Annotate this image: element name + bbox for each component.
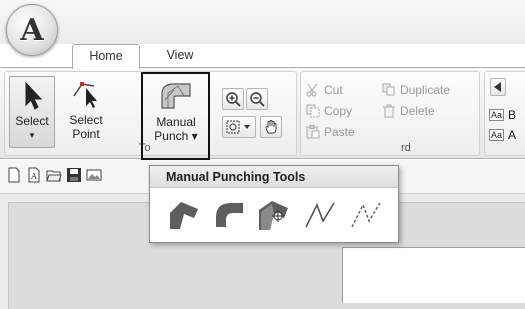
delete-button[interactable]: Delete	[382, 104, 435, 118]
running-stitch-tool-button[interactable]	[346, 196, 386, 234]
cut-label: Cut	[324, 83, 343, 97]
paste-label: Paste	[324, 125, 355, 139]
paste-icon	[306, 125, 320, 139]
save-disk-icon[interactable]	[66, 167, 82, 183]
shape-point-tool-icon	[259, 201, 288, 230]
application-button[interactable]: A	[6, 4, 58, 56]
zoom-in-icon	[226, 92, 241, 107]
select-button[interactable]: Select ▾	[9, 76, 55, 148]
select-point-label-2: Point	[72, 127, 100, 141]
copy-label: Copy	[324, 104, 353, 118]
text-aa-arrow-icon: Aa	[489, 129, 505, 141]
manual-punching-tools-popup: Manual Punching Tools	[149, 165, 399, 243]
new-file-icon[interactable]	[6, 167, 22, 183]
select-point-label-1: Select	[69, 113, 103, 127]
running-stitch-tool-icon	[351, 202, 381, 228]
zoom-in-button[interactable]	[222, 88, 244, 110]
curve-shape-tool-button[interactable]	[210, 196, 250, 234]
select-point-icon	[73, 82, 97, 108]
design-canvas[interactable]	[342, 247, 525, 303]
duplicate-button[interactable]: Duplicate	[382, 83, 450, 97]
tab-home[interactable]: Home	[72, 44, 140, 69]
zoom-out-button[interactable]	[246, 88, 268, 110]
pan-button[interactable]	[260, 116, 282, 138]
trash-icon	[383, 104, 395, 118]
open-folder-icon[interactable]	[46, 167, 62, 183]
arrow-cursor-icon	[25, 81, 43, 110]
shape-point-tool-button[interactable]	[254, 196, 294, 234]
select-label: Select	[15, 114, 49, 128]
title-strip	[0, 0, 525, 44]
delete-label: Delete	[400, 104, 435, 118]
triangle-left-icon	[494, 82, 501, 92]
hand-icon	[265, 120, 277, 134]
zoom-region-icon	[226, 120, 250, 134]
copy-button[interactable]: Copy	[306, 104, 352, 118]
svg-text:A: A	[30, 172, 37, 181]
text-item-1-label: B	[508, 108, 517, 122]
zoom-region-button[interactable]	[222, 116, 256, 138]
select-dropdown-arrow: ▾	[29, 130, 35, 140]
paste-button[interactable]: Paste	[306, 125, 355, 139]
manual-punch-highlight	[141, 72, 210, 160]
app-logo-letter: A	[20, 12, 44, 48]
copy-icon	[306, 104, 320, 118]
zoom-out-icon	[250, 92, 265, 107]
popup-title: Manual Punching Tools	[150, 166, 398, 188]
scroll-left-button[interactable]	[490, 78, 506, 96]
line-tool-button[interactable]	[300, 196, 340, 234]
duplicate-icon	[382, 83, 395, 96]
ribbon: To Select ▾ Select Point Manual Punch ▾	[0, 67, 525, 159]
duplicate-label: Duplicate	[400, 83, 451, 97]
cut-button[interactable]: Cut	[306, 83, 343, 97]
text-aa-icon: Aa	[489, 109, 505, 121]
select-point-button[interactable]: Select Point	[60, 76, 112, 148]
text-item-2[interactable]: Aa A	[489, 128, 516, 142]
curve-shape-tool-icon	[216, 203, 243, 227]
fill-shape-tool-icon	[170, 202, 198, 229]
text-item-1[interactable]: Aa B	[489, 108, 516, 122]
clipboard-group-label: rd	[401, 142, 411, 154]
text-item-2-label: A	[508, 128, 517, 142]
tab-view[interactable]: View	[150, 44, 210, 68]
scissors-icon	[306, 83, 318, 97]
line-tool-icon	[305, 202, 335, 228]
image-icon[interactable]	[86, 167, 102, 183]
fill-shape-tool-button[interactable]	[164, 196, 204, 234]
new-design-icon[interactable]: A	[26, 167, 42, 183]
